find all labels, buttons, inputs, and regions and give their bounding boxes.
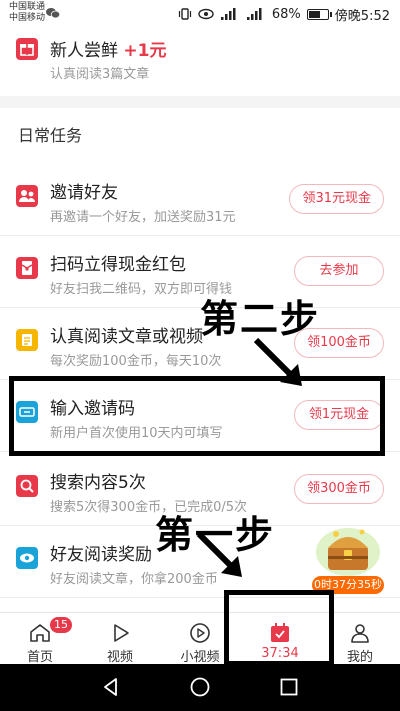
people-icon — [16, 185, 38, 207]
status-bar: 中国联通 中国移动 68% 傍晚5:52 — [0, 0, 400, 28]
small-video-icon — [190, 623, 210, 643]
tab-label: 首页 — [26, 650, 53, 665]
task-invite-friends[interactable]: 邀请好友 再邀请一个好友，加送奖励31元 领31元现金 — [0, 164, 400, 236]
bonus-amount: +1元 — [123, 41, 167, 61]
task-title: 扫码立得现金红包 — [50, 255, 186, 275]
task-newbie[interactable]: 新人尝鲜 +1元 认真阅读3篇文章 — [0, 28, 400, 96]
signal-icon — [220, 8, 236, 20]
play-icon — [114, 624, 129, 642]
step2-annotation: 第二步 — [200, 296, 321, 341]
task-subtitle: 认真阅读3篇文章 — [50, 67, 150, 82]
document-icon — [16, 329, 38, 351]
task-title: 新人尝鲜 +1元 — [50, 41, 167, 61]
task-subtitle: 好友阅读文章，你拿200金币 — [50, 572, 218, 587]
task-title: 认真阅读文章或视频 — [50, 327, 203, 347]
system-nav-bar — [0, 664, 400, 711]
task-subtitle: 再邀请一个好友，加送奖励31元 — [50, 210, 236, 225]
section-title-daily-tasks: 日常任务 — [18, 126, 83, 145]
profile-icon — [351, 624, 369, 643]
battery-percent: 68% — [271, 6, 301, 22]
tasks-tab-highlight — [224, 590, 334, 666]
join-button[interactable]: 去参加 — [294, 256, 384, 286]
clock: 傍晚5:52 — [334, 8, 390, 24]
battery-icon — [306, 8, 332, 20]
carrier-2: 中国移动 — [9, 13, 46, 23]
home-circle-icon[interactable] — [189, 676, 211, 698]
gift-icon — [16, 38, 38, 60]
battery-fill — [308, 10, 321, 18]
back-icon[interactable] — [100, 676, 122, 698]
tab-home[interactable]: 15 首页 — [0, 613, 80, 665]
notification-badge: 15 — [50, 617, 72, 633]
home-icon — [30, 624, 50, 642]
task-subtitle: 每次奖励100金币，每天10次 — [50, 354, 222, 369]
eye-icon — [16, 547, 38, 569]
step1-arrow-icon — [196, 531, 242, 577]
task-title: 搜索内容5次 — [50, 473, 146, 493]
treasure-chest-icon — [316, 528, 380, 576]
task-title: 好友阅读奖励 — [50, 545, 152, 565]
carrier-info: 中国联通 中国移动 — [9, 2, 45, 24]
treasure-chest-widget[interactable]: 0时37分35秒 — [312, 520, 384, 594]
vibrate-icon — [178, 8, 191, 20]
signal-4g-icon — [246, 8, 262, 20]
task-title: 邀请好友 — [50, 183, 118, 203]
eye-icon — [198, 8, 214, 20]
section-divider — [0, 96, 400, 108]
invite-code-highlight — [9, 376, 385, 456]
claim-cash-button[interactable]: 领31元现金 — [289, 184, 384, 214]
bottom-tab-bar: 15 首页 视频 小视频 37:34 我的 — [0, 612, 400, 665]
status-icons: 68% 傍晚5:52 — [178, 5, 390, 24]
tab-video[interactable]: 视频 — [80, 613, 160, 665]
wechat-notification-icon — [46, 8, 60, 19]
red-packet-icon — [16, 257, 38, 279]
tab-label: 视频 — [106, 650, 133, 665]
recents-icon[interactable] — [278, 676, 300, 698]
search-icon — [16, 475, 38, 497]
claim-coins-button[interactable]: 领300金币 — [294, 474, 384, 504]
carrier-1: 中国联通 — [9, 2, 46, 12]
